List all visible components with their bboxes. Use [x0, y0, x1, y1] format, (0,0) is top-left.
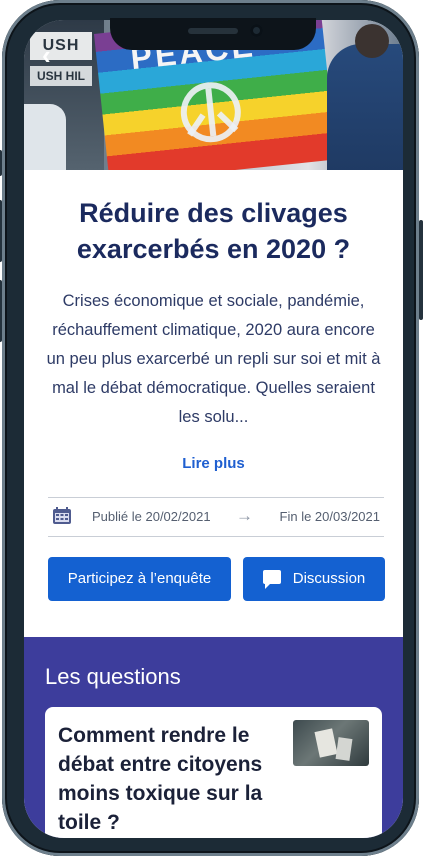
building-sign-2: USH HIL — [30, 66, 92, 86]
question-thumbnail — [293, 720, 369, 766]
chevron-left-icon[interactable]: ‹ — [42, 42, 51, 68]
side-button-left-1 — [0, 150, 2, 176]
questions-section: Les questions Comment rendre le débat en… — [24, 637, 403, 838]
published-date: Publié le 20/02/2021 — [92, 509, 211, 524]
speaker — [188, 28, 238, 34]
participate-button-label: Participez à l’enquête — [67, 570, 212, 587]
discussion-button-label: Discussion — [292, 570, 366, 587]
front-camera — [250, 24, 263, 37]
question-text: Comment rendre le débat entre citoyens m… — [58, 724, 263, 834]
car — [24, 104, 66, 170]
survey-description: Crises économique et sociale, pandémie, … — [46, 292, 381, 426]
participate-button[interactable]: Participez à l’enquête — [48, 557, 231, 601]
arrow-right-icon: → — [236, 506, 253, 525]
discussion-button[interactable]: Discussion — [243, 557, 385, 601]
notch — [110, 18, 316, 50]
read-more-link[interactable]: Lire plus — [24, 455, 403, 472]
person-head — [355, 24, 389, 58]
peace-symbol-icon — [177, 79, 244, 146]
screen: USH HIL USH HIL PEACE ‹ Réduire des cliv… — [24, 20, 403, 838]
question-card[interactable]: Comment rendre le débat entre citoyens m… — [45, 707, 382, 838]
survey-title: Réduire des clivages exarcerbés en 2020 … — [76, 198, 351, 264]
side-button-right — [419, 220, 423, 320]
phone-frame: USH HIL USH HIL PEACE ‹ Réduire des cliv… — [0, 0, 423, 856]
questions-heading: Les questions — [45, 664, 181, 689]
side-button-left-2 — [0, 200, 2, 262]
chat-bubble-icon — [262, 570, 281, 590]
side-button-left-3 — [0, 280, 2, 342]
person-in-jacket — [327, 44, 403, 170]
date-range: Publié le 20/02/2021 → Fin le 20/03/2021 — [48, 497, 384, 537]
building-sign: USH HIL — [30, 32, 92, 82]
calendar-icon — [53, 507, 71, 524]
end-date: Fin le 20/03/2021 — [279, 509, 380, 524]
